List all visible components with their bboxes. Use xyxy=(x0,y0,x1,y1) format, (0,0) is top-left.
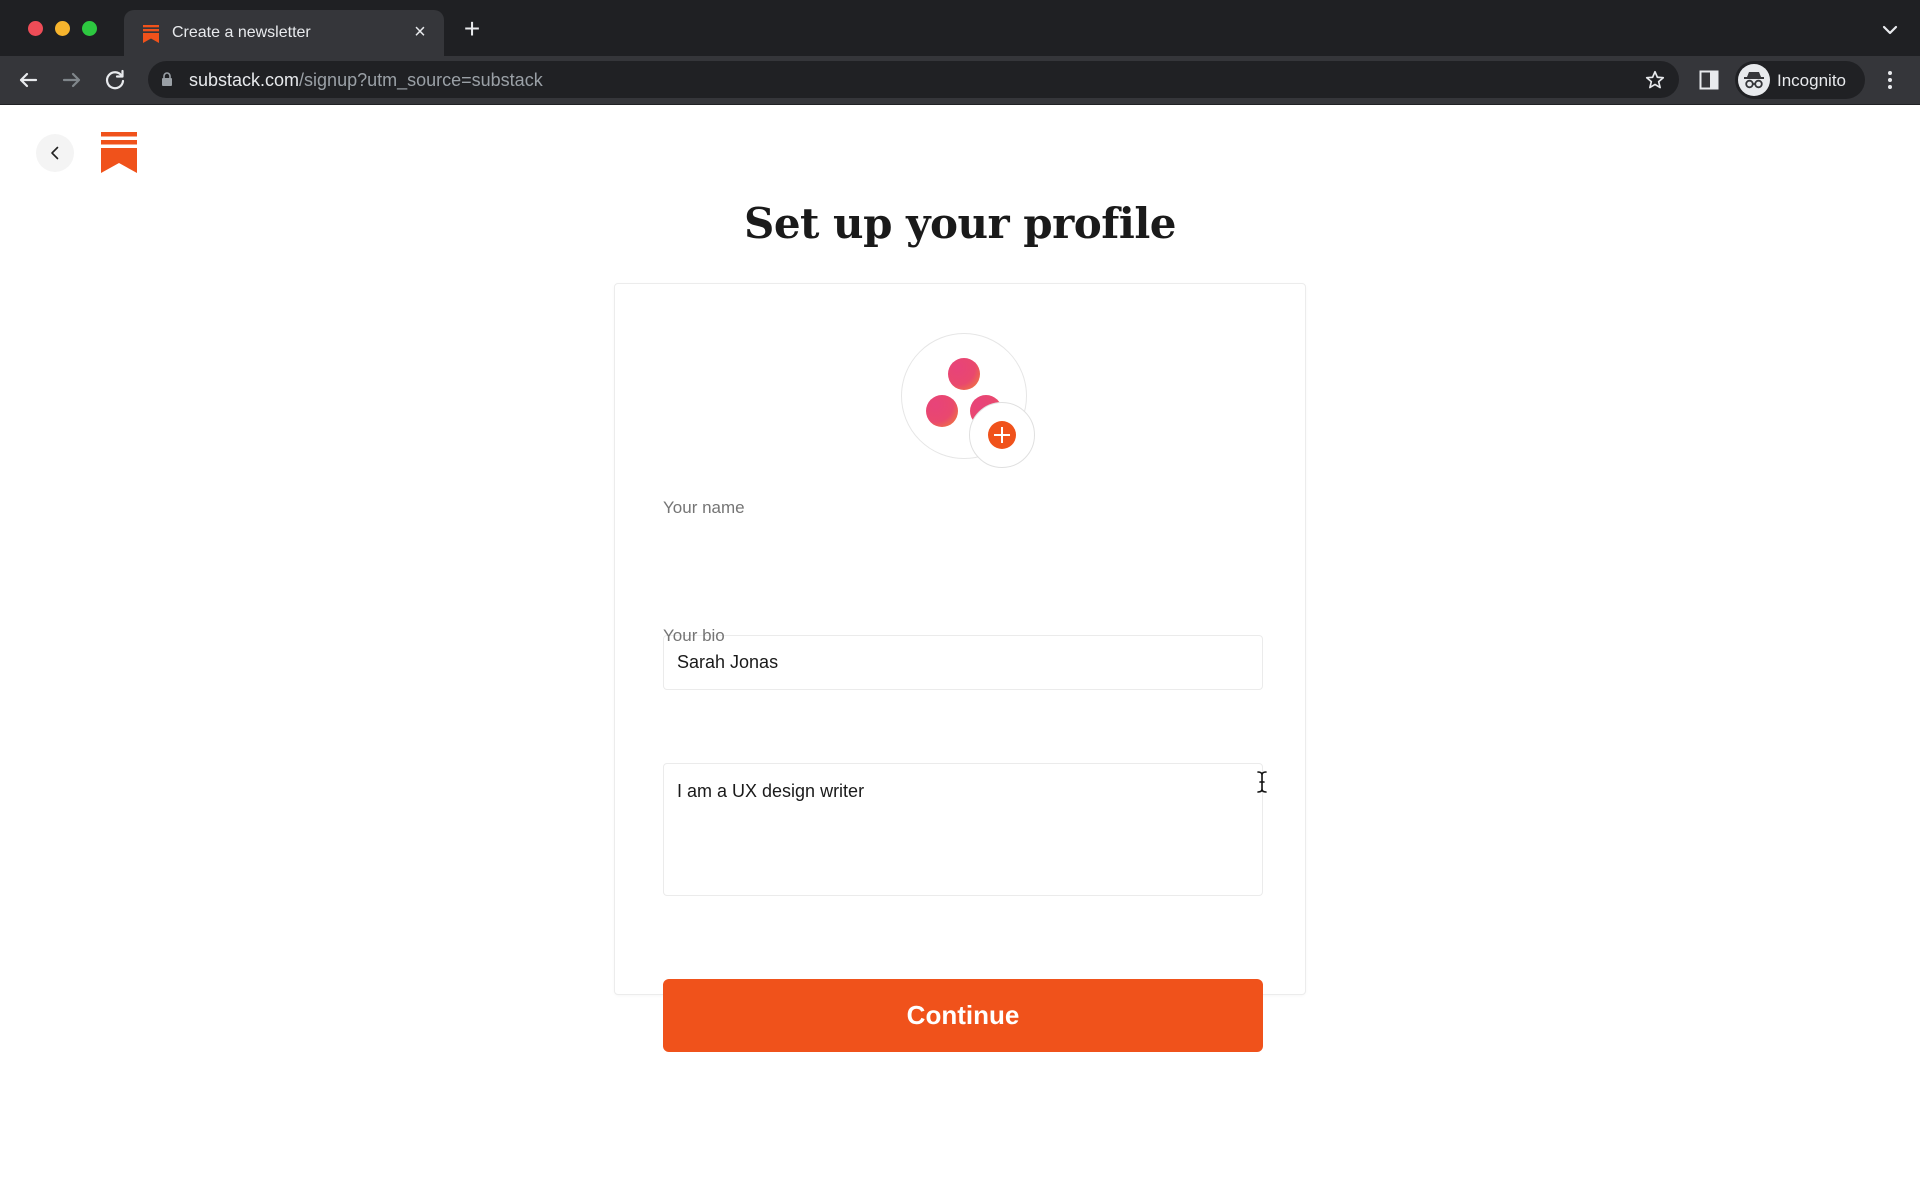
lock-icon[interactable] xyxy=(161,72,173,86)
window-maximize-button[interactable] xyxy=(82,21,97,36)
window-minimize-button[interactable] xyxy=(55,21,70,36)
bio-textarea[interactable]: I am a UX design writer xyxy=(663,763,1263,896)
address-bar[interactable]: substack.com/signup?utm_source=substack xyxy=(148,61,1679,98)
add-photo-button[interactable] xyxy=(969,402,1035,468)
tab-close-button[interactable]: × xyxy=(408,20,432,44)
substack-logo-icon[interactable] xyxy=(101,132,137,173)
text-cursor-icon xyxy=(1257,771,1267,793)
back-arrow-icon[interactable] xyxy=(14,66,42,94)
reload-icon[interactable] xyxy=(101,66,129,94)
plus-icon xyxy=(988,421,1016,449)
name-input[interactable] xyxy=(663,635,1263,690)
browser-toolbar: substack.com/signup?utm_source=substack … xyxy=(0,56,1920,105)
back-button[interactable] xyxy=(36,134,74,172)
side-panel-icon[interactable] xyxy=(1699,70,1719,90)
browser-tab-bar: Create a newsletter × + xyxy=(0,0,1920,56)
incognito-label: Incognito xyxy=(1777,71,1846,90)
url-text[interactable]: substack.com/signup?utm_source=substack xyxy=(189,70,543,91)
url-path: /signup?utm_source=substack xyxy=(299,70,543,90)
name-label: Your name xyxy=(663,498,745,517)
kebab-menu-icon[interactable] xyxy=(1880,68,1900,92)
continue-button[interactable]: Continue xyxy=(663,979,1263,1052)
profile-form-card: Your name Your bio I am a UX design writ… xyxy=(614,283,1306,1052)
window-close-button[interactable] xyxy=(28,21,43,36)
url-host: substack.com xyxy=(189,70,300,90)
incognito-icon xyxy=(1738,64,1770,96)
page-title: Set up your profile xyxy=(743,199,1177,248)
substack-logo-icon xyxy=(143,25,159,43)
tab-title: Create a newsletter xyxy=(172,24,311,41)
page-content: Set up your profile Your name Your xyxy=(0,105,1920,1200)
new-tab-button[interactable]: + xyxy=(458,15,486,44)
browser-tab[interactable]: Create a newsletter × xyxy=(124,10,444,56)
chevron-left-icon xyxy=(51,146,59,160)
chevron-down-icon[interactable] xyxy=(1878,20,1902,40)
forward-arrow-icon[interactable] xyxy=(58,66,86,94)
bio-label: Your bio xyxy=(663,626,725,645)
star-icon[interactable] xyxy=(1644,69,1666,91)
incognito-profile-button[interactable]: Incognito xyxy=(1735,61,1865,99)
